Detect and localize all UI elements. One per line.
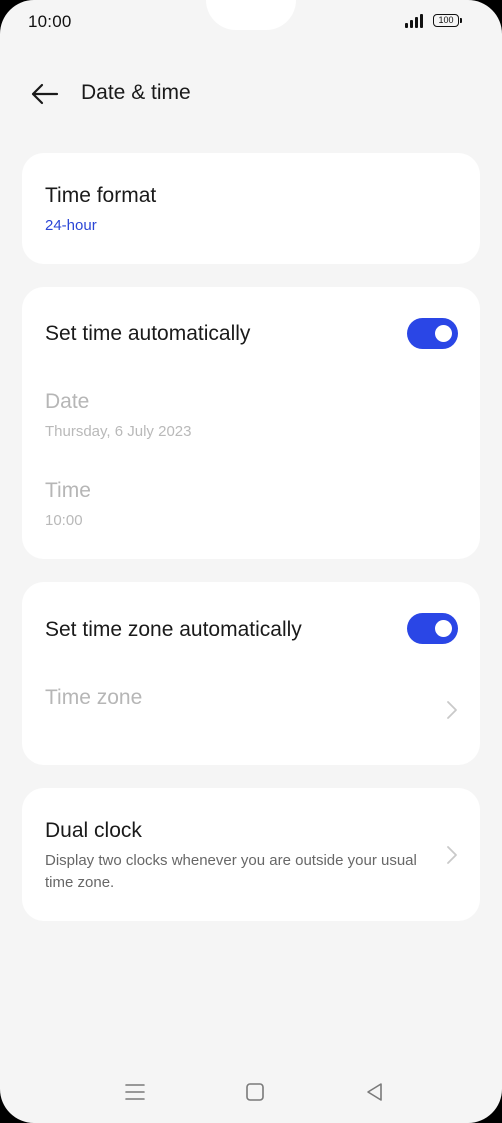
battery-icon: 100 <box>433 14 462 27</box>
time-title: Time <box>45 479 91 502</box>
toggle-knob <box>435 620 452 637</box>
auto-zone-card: Set time zone automatically Time zone <box>22 582 480 765</box>
date-item: Date <box>45 389 458 415</box>
auto-zone-row[interactable]: Set time zone automatically <box>45 617 458 643</box>
page-title: Date & time <box>81 81 191 104</box>
signal-icon <box>405 14 427 28</box>
dual-clock-description: Display two clocks whenever you are outs… <box>45 852 417 891</box>
menu-icon[interactable] <box>124 1081 146 1103</box>
time-zone-title: Time zone <box>45 686 143 709</box>
chevron-right-icon <box>445 699 459 721</box>
auto-time-toggle[interactable] <box>407 318 458 349</box>
date-title: Date <box>45 390 90 413</box>
auto-time-title: Set time automatically <box>45 322 251 345</box>
back-triangle-icon[interactable] <box>364 1081 386 1103</box>
auto-time-card: Set time automatically Date Thursday, 6 … <box>22 287 480 559</box>
time-item: Time <box>45 478 458 504</box>
status-time: 10:00 <box>28 12 72 31</box>
auto-time-row[interactable]: Set time automatically <box>45 321 458 347</box>
time-zone-item: Time zone <box>45 685 458 711</box>
dual-clock-title: Dual clock <box>45 819 142 842</box>
date-value: Thursday, 6 July 2023 <box>45 423 192 440</box>
camera-notch <box>206 0 296 30</box>
time-value: 10:00 <box>45 512 83 529</box>
chevron-right-icon <box>445 844 459 866</box>
time-format-value: 24-hour <box>45 217 97 234</box>
back-arrow-icon[interactable] <box>30 80 60 108</box>
home-icon[interactable] <box>244 1081 266 1103</box>
auto-zone-toggle[interactable] <box>407 613 458 644</box>
time-format-item[interactable]: Time format 24-hour <box>22 153 480 264</box>
time-format-title: Time format <box>45 184 157 207</box>
toggle-knob <box>435 325 452 342</box>
dual-clock-item[interactable]: Dual clock Display two clocks whenever y… <box>22 788 480 921</box>
auto-zone-title: Set time zone automatically <box>45 618 302 641</box>
phone-screen: 10:00 100 Date & time Time format 24-hou… <box>0 0 502 1123</box>
